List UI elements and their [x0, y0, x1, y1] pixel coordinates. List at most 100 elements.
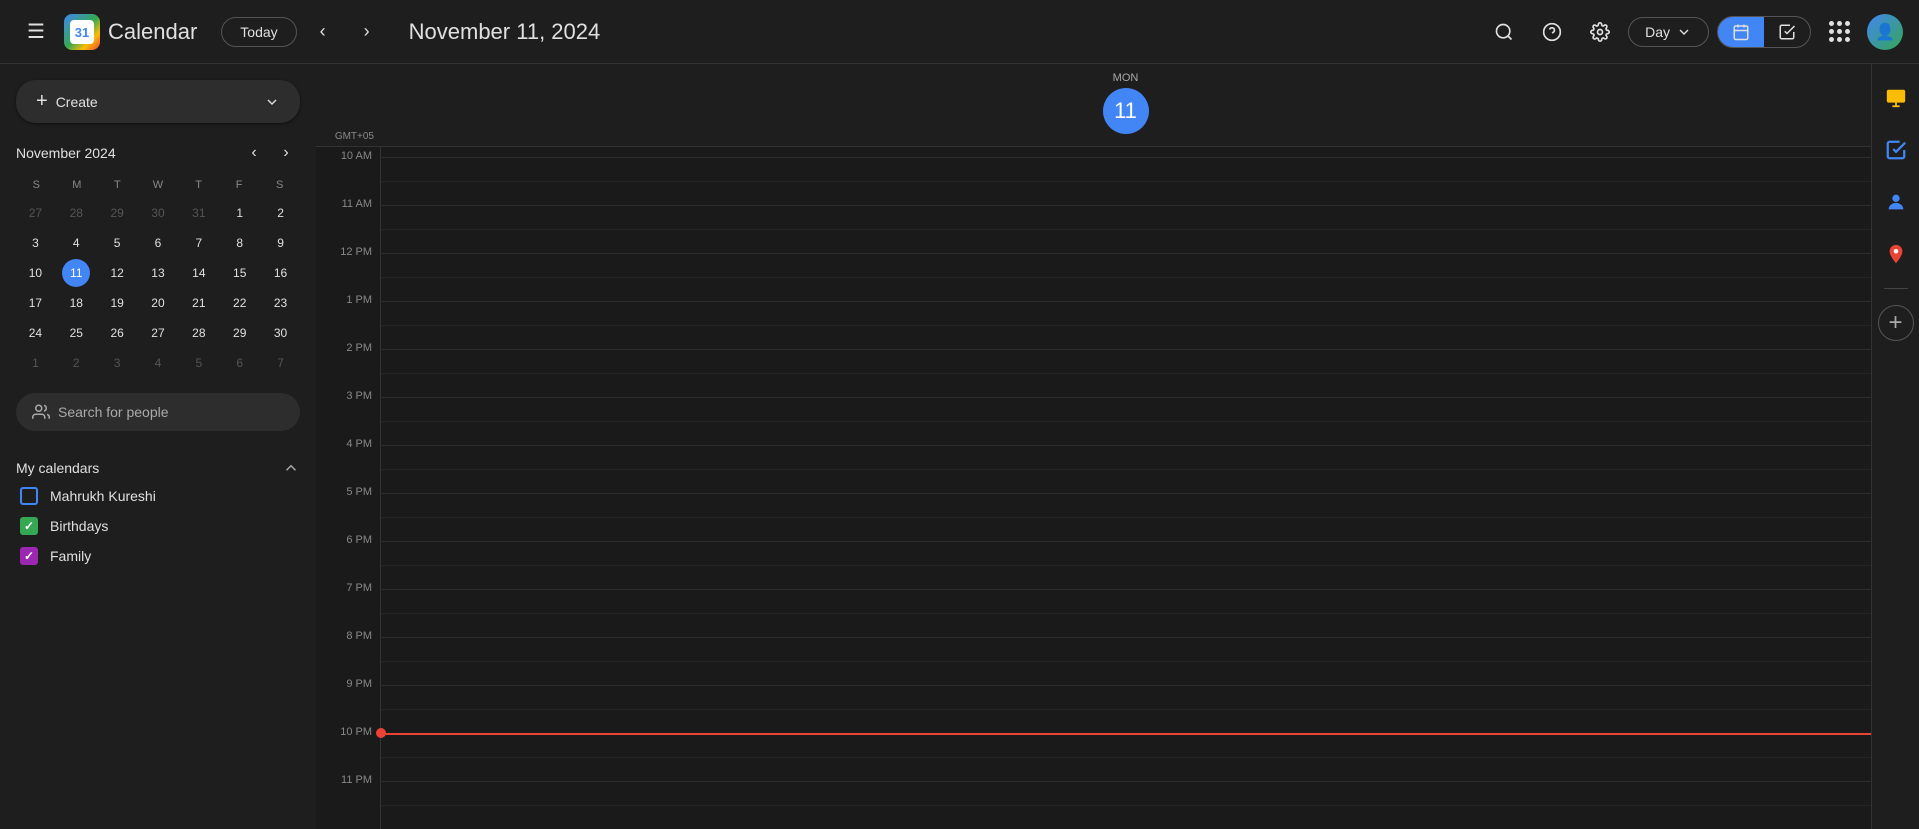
calendar-checkbox-birthdays[interactable]: ✓	[20, 517, 38, 535]
mini-cal-day[interactable]: 1	[226, 199, 254, 227]
hour-line	[381, 637, 1871, 638]
mini-cal-day[interactable]: 17	[21, 289, 49, 317]
half-hour-line	[381, 805, 1871, 806]
mini-cal-day[interactable]: 7	[267, 349, 295, 377]
mini-calendar: November 2024 ‹ › S M T W T F S	[0, 139, 316, 377]
svg-text:31: 31	[75, 25, 89, 40]
mini-cal-day[interactable]: 2	[267, 199, 295, 227]
mini-cal-day[interactable]: 22	[226, 289, 254, 317]
mini-cal-day[interactable]: 5	[103, 229, 131, 257]
mini-cal-day[interactable]: 23	[267, 289, 295, 317]
maps-rail-icon[interactable]	[1878, 236, 1914, 272]
hamburger-menu-button[interactable]: ☰	[16, 12, 56, 52]
mini-cal-day[interactable]: 30	[144, 199, 172, 227]
mini-cal-day[interactable]: 4	[62, 229, 90, 257]
time-label-23: 11 PM	[316, 774, 380, 822]
logo-area: 31 Calendar	[64, 14, 197, 50]
time-label-21: 9 PM	[316, 678, 380, 726]
mini-cal-day[interactable]: 26	[103, 319, 131, 347]
mini-cal-day[interactable]: 30	[267, 319, 295, 347]
mini-cal-day[interactable]: 6	[226, 349, 254, 377]
rail-add-button[interactable]: +	[1878, 305, 1914, 341]
create-button[interactable]: + Create	[16, 80, 300, 123]
prev-button[interactable]: ‹	[305, 14, 341, 50]
calendar-checkbox-mahrukh[interactable]	[20, 487, 38, 505]
half-hour-line	[381, 469, 1871, 470]
hour-line	[381, 685, 1871, 686]
user-avatar[interactable]: 👤	[1867, 14, 1903, 50]
mini-cal-day[interactable]: 20	[144, 289, 172, 317]
help-button[interactable]	[1532, 12, 1572, 52]
half-hour-line	[381, 565, 1871, 566]
tasks-rail-icon[interactable]	[1878, 132, 1914, 168]
mini-cal-day[interactable]: 27	[144, 319, 172, 347]
day-number-circle[interactable]: 11	[1103, 88, 1149, 134]
mini-cal-day[interactable]: 7	[185, 229, 213, 257]
calendar-content: GMT+05 MON 11 1 AM2 AM3 AM4 AM5 AM6 AM7 …	[316, 64, 1871, 829]
time-label-20: 8 PM	[316, 630, 380, 678]
weekday-sun: S	[16, 175, 57, 195]
tasks-view-button[interactable]	[1764, 17, 1810, 47]
time-label-22: 10 PM	[316, 726, 380, 774]
mini-cal-day[interactable]: 28	[185, 319, 213, 347]
search-button[interactable]	[1484, 12, 1524, 52]
weekday-tue: T	[97, 175, 138, 195]
calendar-days: 27 28 29 30 31 1 2 3 4 5 6 7 8 9 10	[16, 199, 300, 377]
apps-button[interactable]	[1819, 12, 1859, 52]
mini-cal-day[interactable]: 28	[62, 199, 90, 227]
mini-cal-day[interactable]: 29	[226, 319, 254, 347]
mini-cal-prev-button[interactable]: ‹	[240, 139, 268, 167]
day-abbr: MON	[380, 72, 1871, 84]
mini-cal-day[interactable]: 19	[103, 289, 131, 317]
mini-cal-day[interactable]: 25	[62, 319, 90, 347]
time-grid[interactable]: 1 AM2 AM3 AM4 AM5 AM6 AM7 AM8 AM9 AM10 A…	[316, 147, 1871, 829]
mini-cal-day[interactable]: 4	[144, 349, 172, 377]
calendar-item-mahrukh[interactable]: Mahrukh Kureshi	[16, 481, 300, 511]
next-button[interactable]: ›	[349, 14, 385, 50]
mini-cal-day[interactable]: 5	[185, 349, 213, 377]
mini-cal-day[interactable]: 31	[185, 199, 213, 227]
mini-cal-day[interactable]: 27	[21, 199, 49, 227]
hour-line	[381, 301, 1871, 302]
day-header-cell: MON 11	[380, 64, 1871, 146]
half-hour-line	[381, 373, 1871, 374]
create-plus-icon: +	[36, 90, 48, 113]
view-selector[interactable]: Day	[1628, 17, 1709, 47]
settings-button[interactable]	[1580, 12, 1620, 52]
mini-cal-day[interactable]: 16	[267, 259, 295, 287]
mini-cal-day[interactable]: 6	[144, 229, 172, 257]
weekday-headers: S M T W T F S	[16, 175, 300, 195]
mini-cal-day[interactable]: 3	[21, 229, 49, 257]
contacts-rail-icon[interactable]	[1878, 184, 1914, 220]
mini-cal-day[interactable]: 8	[226, 229, 254, 257]
mini-cal-next-button[interactable]: ›	[272, 139, 300, 167]
mini-cal-day[interactable]: 21	[185, 289, 213, 317]
mini-cal-day[interactable]: 15	[226, 259, 254, 287]
mini-calendar-grid: S M T W T F S 27 28 29 30 31 1 2	[16, 175, 300, 377]
mini-cal-day[interactable]: 24	[21, 319, 49, 347]
mini-cal-day[interactable]: 2	[62, 349, 90, 377]
top-navigation: ☰ 31 Calendar Today ‹ › November 11, 202…	[0, 0, 1919, 64]
hour-line	[381, 781, 1871, 782]
my-calendars-header[interactable]: My calendars	[16, 455, 300, 481]
today-button[interactable]: Today	[221, 17, 296, 47]
mini-cal-day[interactable]: 18	[62, 289, 90, 317]
calendar-view-button[interactable]	[1718, 17, 1764, 47]
mini-cal-day[interactable]: 12	[103, 259, 131, 287]
calendar-item-family[interactable]: ✓ Family	[16, 541, 300, 571]
mini-cal-day[interactable]: 9	[267, 229, 295, 257]
mini-cal-today[interactable]: 11	[62, 259, 90, 287]
mini-cal-day[interactable]: 29	[103, 199, 131, 227]
mini-cal-day[interactable]: 1	[21, 349, 49, 377]
events-area[interactable]: Meeting6:45 – 7:45pm	[380, 147, 1871, 829]
mini-cal-day[interactable]: 3	[103, 349, 131, 377]
calendar-item-birthdays[interactable]: ✓ Birthdays	[16, 511, 300, 541]
notification-rail-icon[interactable]	[1878, 80, 1914, 116]
search-people-button[interactable]: Search for people	[16, 393, 300, 431]
mini-cal-day[interactable]: 13	[144, 259, 172, 287]
mini-cal-day[interactable]: 14	[185, 259, 213, 287]
sidebar: + Create November 2024 ‹ › S M T W	[0, 64, 316, 829]
mini-cal-day[interactable]: 10	[21, 259, 49, 287]
app-title: Calendar	[108, 19, 197, 45]
calendar-checkbox-family[interactable]: ✓	[20, 547, 38, 565]
